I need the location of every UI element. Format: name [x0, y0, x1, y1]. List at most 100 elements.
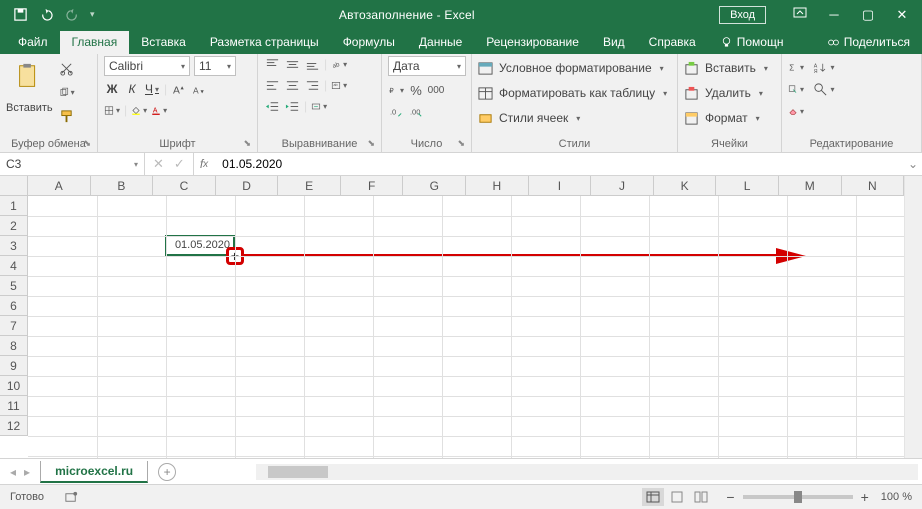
- undo-icon[interactable]: [38, 7, 54, 23]
- sign-in-button[interactable]: Вход: [719, 6, 766, 24]
- ribbon-options-icon[interactable]: [786, 7, 814, 23]
- row-header[interactable]: 2: [0, 216, 28, 236]
- active-cell[interactable]: 01.05.2020: [165, 235, 235, 256]
- cells-area[interactable]: 01.05.2020: [28, 196, 904, 458]
- alignment-dialog-launcher-icon[interactable]: ⬊: [367, 138, 375, 149]
- copy-icon[interactable]: ▾: [59, 84, 75, 100]
- column-header[interactable]: F: [341, 176, 404, 196]
- comma-icon[interactable]: 000: [428, 82, 444, 98]
- underline-button[interactable]: Ч▾: [144, 81, 160, 97]
- decrease-decimal-icon[interactable]: .00: [408, 104, 424, 120]
- zoom-out-button[interactable]: −: [726, 489, 734, 505]
- row-header[interactable]: 8: [0, 336, 28, 356]
- column-header[interactable]: G: [403, 176, 466, 196]
- select-all-corner[interactable]: [0, 176, 28, 196]
- qat-dropdown-icon[interactable]: ▾: [90, 9, 95, 20]
- save-icon[interactable]: [12, 7, 28, 23]
- tab-help[interactable]: Справка: [637, 31, 708, 54]
- enter-formula-icon[interactable]: ✓: [174, 156, 185, 172]
- delete-cells-button[interactable]: Удалить▾: [684, 83, 763, 103]
- align-middle-icon[interactable]: [284, 56, 300, 72]
- borders-icon[interactable]: ▾: [104, 102, 120, 118]
- row-header[interactable]: 10: [0, 376, 28, 396]
- orientation-icon[interactable]: ab▾: [331, 56, 347, 72]
- autosum-icon[interactable]: Σ▾: [788, 59, 804, 75]
- row-header[interactable]: 7: [0, 316, 28, 336]
- fill-icon[interactable]: ▾: [788, 81, 804, 97]
- tab-page-layout[interactable]: Разметка страницы: [198, 31, 331, 54]
- redo-icon[interactable]: [64, 7, 80, 23]
- format-painter-icon[interactable]: [59, 108, 75, 124]
- sheet-nav[interactable]: ◂▸: [0, 465, 40, 479]
- close-icon[interactable]: ✕: [888, 7, 916, 23]
- vertical-scrollbar[interactable]: [904, 176, 922, 458]
- italic-button[interactable]: К: [124, 81, 140, 97]
- tab-data[interactable]: Данные: [407, 31, 474, 54]
- percent-icon[interactable]: %: [408, 82, 424, 98]
- fx-icon[interactable]: fx: [194, 153, 214, 175]
- row-header[interactable]: 5: [0, 276, 28, 296]
- minimize-icon[interactable]: ─: [820, 7, 848, 23]
- increase-decimal-icon[interactable]: .0: [388, 104, 404, 120]
- row-header[interactable]: 3: [0, 236, 28, 256]
- horizontal-scrollbar[interactable]: [256, 464, 918, 480]
- tab-view[interactable]: Вид: [591, 31, 637, 54]
- insert-cells-button[interactable]: Вставить▾: [684, 58, 768, 78]
- cut-icon[interactable]: [59, 60, 75, 76]
- column-header[interactable]: I: [529, 176, 592, 196]
- zoom-level[interactable]: 100 %: [881, 491, 912, 503]
- macro-record-icon[interactable]: [64, 489, 80, 505]
- currency-icon[interactable]: ₽▾: [388, 82, 404, 98]
- row-header[interactable]: 6: [0, 296, 28, 316]
- row-header[interactable]: 4: [0, 256, 28, 276]
- zoom-slider[interactable]: [743, 495, 853, 499]
- column-header[interactable]: L: [716, 176, 779, 196]
- column-header[interactable]: K: [654, 176, 717, 196]
- font-size-combo[interactable]: 11▾: [194, 56, 236, 76]
- worksheet-grid[interactable]: ABCDEFGHIJKLMN 123456789101112 01.05.202…: [0, 176, 922, 458]
- paste-button[interactable]: [12, 56, 46, 98]
- add-sheet-button[interactable]: +: [158, 463, 176, 481]
- number-dialog-launcher-icon[interactable]: ⬊: [457, 138, 465, 149]
- sheet-tab-active[interactable]: microexcel.ru: [40, 461, 148, 483]
- merge-icon[interactable]: ▾: [311, 98, 327, 114]
- row-header[interactable]: 9: [0, 356, 28, 376]
- increase-indent-icon[interactable]: [284, 98, 300, 114]
- column-header[interactable]: M: [779, 176, 842, 196]
- tab-share[interactable]: Поделиться: [815, 31, 922, 54]
- maximize-icon[interactable]: ▢: [854, 7, 882, 23]
- view-page-layout-icon[interactable]: [666, 488, 688, 506]
- name-box[interactable]: C3▾: [0, 153, 145, 175]
- row-header[interactable]: 12: [0, 416, 28, 436]
- font-dialog-launcher-icon[interactable]: ⬊: [243, 138, 251, 149]
- align-center-icon[interactable]: [284, 77, 300, 93]
- column-header[interactable]: B: [91, 176, 154, 196]
- row-header[interactable]: 11: [0, 396, 28, 416]
- fill-color-icon[interactable]: ▾: [131, 102, 147, 118]
- format-as-table-button[interactable]: Форматировать как таблицу▾: [478, 83, 667, 103]
- tab-home[interactable]: Главная: [60, 31, 130, 54]
- formula-bar-expand-icon[interactable]: ⌄: [904, 153, 922, 175]
- sort-filter-icon[interactable]: АЯ▾: [810, 59, 838, 75]
- cell-styles-button[interactable]: Стили ячеек▾: [478, 108, 580, 128]
- column-header[interactable]: C: [153, 176, 216, 196]
- column-header[interactable]: A: [28, 176, 91, 196]
- row-header[interactable]: 1: [0, 196, 28, 216]
- cancel-formula-icon[interactable]: ✕: [153, 156, 164, 172]
- align-left-icon[interactable]: [264, 77, 280, 93]
- align-top-icon[interactable]: [264, 56, 280, 72]
- align-right-icon[interactable]: [304, 77, 320, 93]
- increase-font-icon[interactable]: A▴: [171, 81, 187, 97]
- view-normal-icon[interactable]: [642, 488, 664, 506]
- find-select-icon[interactable]: ▾: [810, 81, 838, 97]
- number-format-combo[interactable]: Дата▾: [388, 56, 466, 76]
- bold-button[interactable]: Ж: [104, 81, 120, 97]
- tab-tell-me[interactable]: Помощн: [708, 31, 796, 54]
- column-header[interactable]: N: [842, 176, 905, 196]
- column-header[interactable]: H: [466, 176, 529, 196]
- column-header[interactable]: E: [278, 176, 341, 196]
- tab-file[interactable]: Файл: [6, 31, 60, 54]
- column-header[interactable]: J: [591, 176, 654, 196]
- tab-review[interactable]: Рецензирование: [474, 31, 591, 54]
- align-bottom-icon[interactable]: [304, 56, 320, 72]
